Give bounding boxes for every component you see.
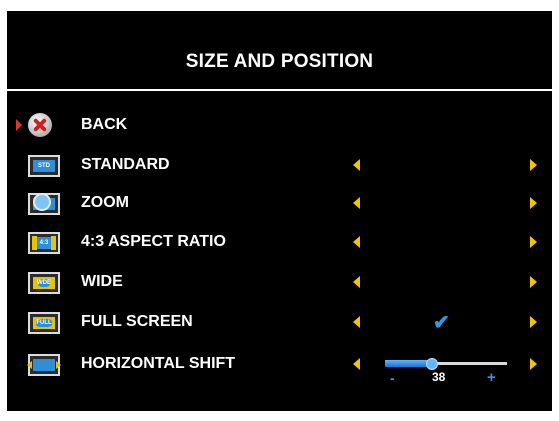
menu-item-label: 4:3 ASPECT RATIO (81, 233, 226, 250)
menu-title: SIZE AND POSITION (185, 51, 374, 72)
left-arrow-icon[interactable] (353, 316, 360, 328)
aspect-4-3-tv-icon: 4:3 (28, 232, 60, 254)
wide-tv-icon: WDE (28, 272, 60, 294)
full-screen-tv-icon: FULL (28, 312, 60, 334)
left-arrow-icon[interactable] (353, 276, 360, 288)
right-arrow-icon[interactable] (530, 316, 537, 328)
horizontal-shift-slider[interactable] (385, 358, 507, 370)
title-divider (7, 89, 552, 91)
horizontal-shift-tv-icon (27, 354, 61, 376)
right-arrow-icon[interactable] (530, 236, 537, 248)
back-x-icon (28, 113, 52, 137)
left-arrow-icon[interactable] (353, 159, 360, 171)
menu-item-standard[interactable]: STD STANDARD (7, 149, 552, 183)
menu-item-label: ZOOM (81, 194, 129, 211)
left-arrow-icon[interactable] (353, 197, 360, 209)
zoom-tv-icon (28, 193, 60, 215)
right-arrow-icon[interactable] (530, 276, 537, 288)
slider-minus-label: - (390, 370, 395, 386)
menu-item-aspect-ratio[interactable]: 4:3 4:3 ASPECT RATIO (7, 226, 552, 260)
slider-plus-label: + (487, 369, 496, 386)
menu-item-label: WIDE (81, 273, 123, 290)
menu-item-label: FULL SCREEN (81, 313, 193, 330)
slider-knob[interactable] (426, 358, 439, 370)
right-arrow-icon[interactable] (530, 358, 537, 370)
slider-value: 38 (432, 370, 446, 384)
menu-item-label: BACK (81, 116, 128, 133)
right-arrow-icon[interactable] (530, 197, 537, 209)
menu-item-horizontal-shift[interactable]: HORIZONTAL SHIFT - 38 + (7, 348, 552, 386)
left-arrow-icon[interactable] (353, 358, 360, 370)
menu-item-label: STANDARD (81, 156, 170, 173)
menu-item-full-screen[interactable]: FULL FULL SCREEN ✔ (7, 306, 552, 340)
slider-fill (385, 360, 432, 367)
standard-tv-icon: STD (28, 155, 60, 177)
checkmark-icon: ✔ (433, 312, 450, 334)
menu-item-zoom[interactable]: ZOOM (7, 187, 552, 221)
left-arrow-icon[interactable] (353, 236, 360, 248)
selection-marker-icon (16, 119, 22, 131)
osd-menu: SIZE AND POSITION BACK STD STANDARD ZOOM… (7, 11, 552, 411)
menu-item-label: HORIZONTAL SHIFT (81, 355, 236, 372)
menu-item-wide[interactable]: WDE WIDE (7, 266, 552, 300)
menu-item-back[interactable]: BACK (7, 109, 552, 143)
right-arrow-icon[interactable] (530, 159, 537, 171)
